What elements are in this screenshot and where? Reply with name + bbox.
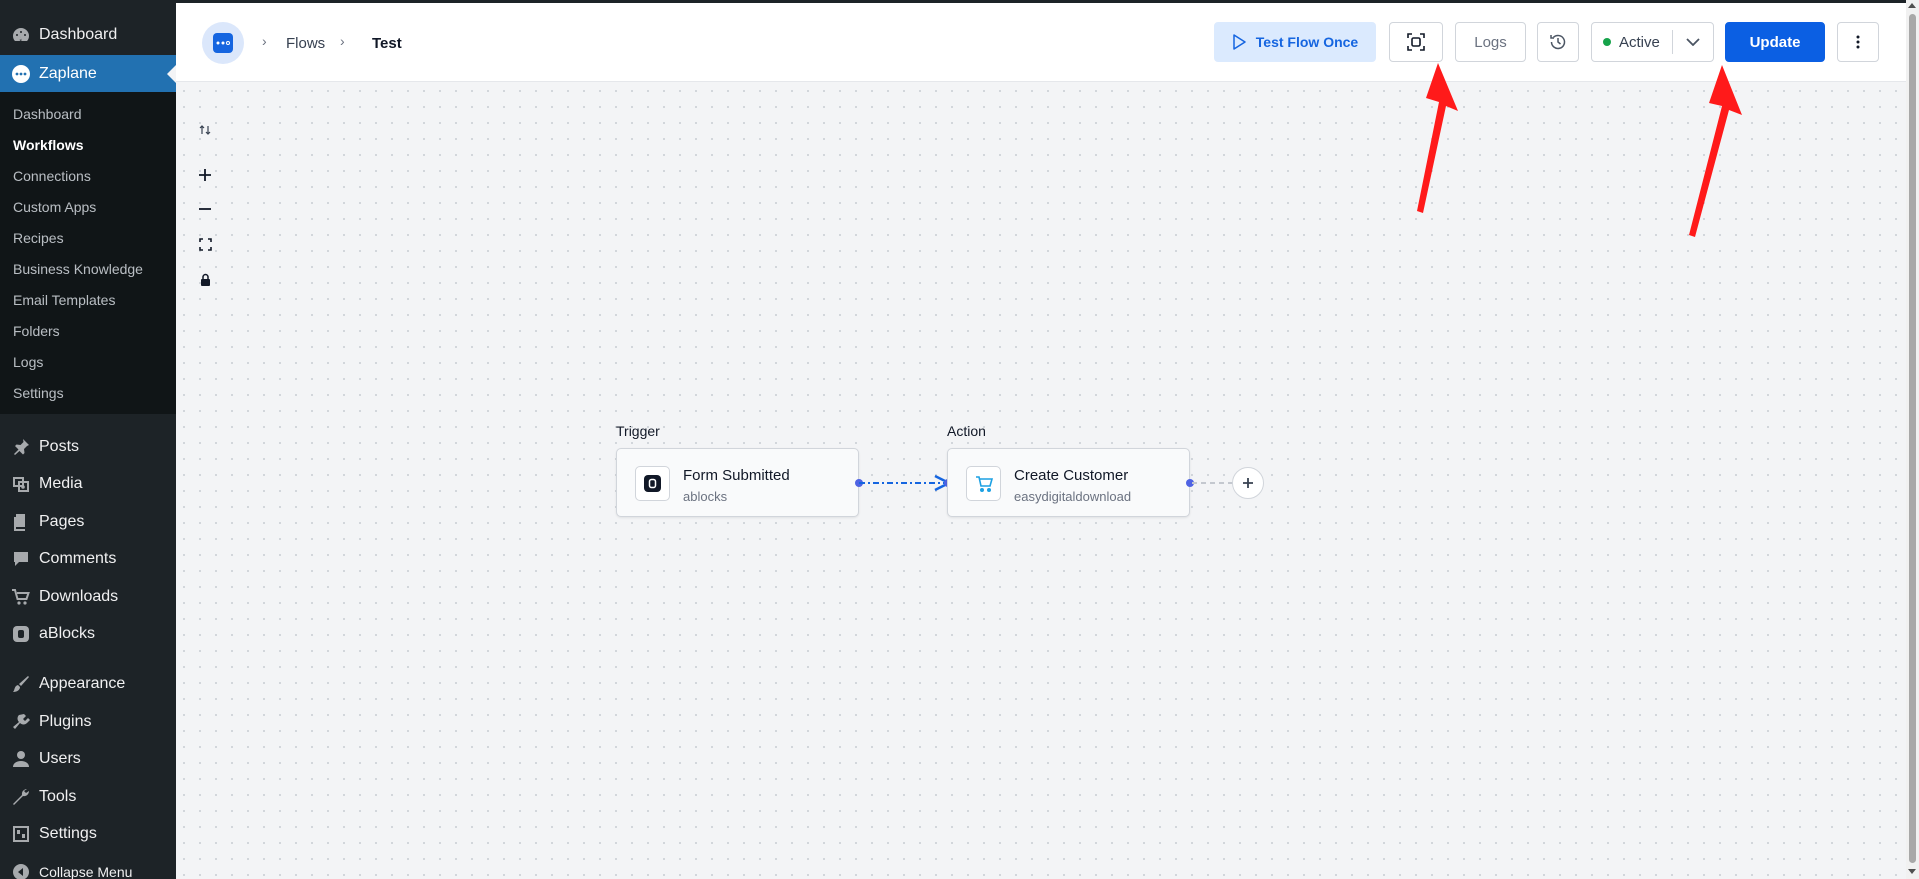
trigger-node[interactable]: Form Submitted ablocks bbox=[616, 448, 859, 517]
flow-editor: › Flows › Test Test Flow Once Logs Activ… bbox=[176, 3, 1906, 879]
sidebar-item-label: Media bbox=[39, 474, 83, 492]
submenu-item-custom-apps[interactable]: Custom Apps bbox=[13, 199, 96, 215]
ablocks-icon bbox=[11, 624, 31, 644]
sidebar-item-label: Posts bbox=[39, 437, 80, 455]
submenu-item-connections[interactable]: Connections bbox=[13, 168, 91, 184]
scroll-up-icon[interactable] bbox=[1908, 3, 1916, 8]
action-section-label: Action bbox=[947, 423, 986, 439]
collapse-menu-button[interactable]: Collapse Menu bbox=[0, 853, 176, 879]
sidebar-item-comments[interactable]: Comments bbox=[0, 540, 176, 577]
submenu-item-business-knowledge[interactable]: Business Knowledge bbox=[13, 261, 143, 277]
annotation-arrows bbox=[1417, 63, 1742, 237]
sidebar-item-users[interactable]: Users bbox=[0, 740, 176, 777]
add-step-button[interactable] bbox=[1232, 467, 1264, 499]
plugin-icon bbox=[11, 712, 31, 732]
zaplane-icon bbox=[11, 64, 31, 84]
current-menu-pointer bbox=[167, 65, 176, 83]
sidebar-item-dashboard[interactable]: Dashboard bbox=[0, 16, 176, 53]
sidebar-item-label: Settings bbox=[39, 824, 97, 842]
user-icon bbox=[11, 749, 31, 769]
sidebar-item-downloads[interactable]: Downloads bbox=[0, 578, 176, 615]
sidebar-item-label: Comments bbox=[39, 549, 117, 567]
trigger-app-name: ablocks bbox=[683, 489, 728, 504]
scroll-down-icon[interactable] bbox=[1908, 869, 1916, 874]
sidebar-item-label: Dashboard bbox=[39, 25, 118, 43]
sidebar-item-label: aBlocks bbox=[39, 624, 96, 642]
pin-icon bbox=[11, 437, 31, 457]
media-icon bbox=[11, 474, 31, 494]
submenu-item-workflows[interactable]: Workflows bbox=[13, 137, 84, 153]
action-app-name: easydigitaldownload bbox=[1014, 489, 1132, 504]
collapse-menu-label: Collapse Menu bbox=[39, 863, 133, 879]
cart-icon bbox=[11, 587, 31, 607]
sidebar-item-posts[interactable]: Posts bbox=[0, 428, 176, 465]
ablocks-app-icon bbox=[635, 466, 670, 501]
sidebar-item-label: Plugins bbox=[39, 712, 92, 730]
dashboard-icon bbox=[11, 25, 31, 45]
pages-icon bbox=[11, 512, 31, 532]
annotation-arrow-update-shape bbox=[1689, 65, 1742, 237]
sidebar-item-label: Pages bbox=[39, 512, 85, 530]
scrollbar-thumb[interactable] bbox=[1909, 14, 1916, 863]
sidebar-item-zaplane[interactable]: Zaplane bbox=[0, 55, 176, 92]
submenu-item-logs[interactable]: Logs bbox=[13, 354, 43, 370]
submenu-item-settings[interactable]: Settings bbox=[13, 385, 64, 401]
sidebar-item-label: Appearance bbox=[39, 674, 126, 692]
annotation-arrow-logs-shape bbox=[1417, 63, 1458, 213]
brush-icon bbox=[11, 674, 31, 694]
submenu-item-email-templates[interactable]: Email Templates bbox=[13, 292, 115, 308]
settings-icon bbox=[11, 824, 31, 844]
action-node[interactable]: Create Customer easydigitaldownload bbox=[947, 448, 1190, 517]
wrench-icon bbox=[11, 787, 31, 807]
trigger-section-label: Trigger bbox=[616, 423, 660, 439]
sidebar-item-settings[interactable]: Settings bbox=[0, 815, 176, 852]
submenu-item-folders[interactable]: Folders bbox=[13, 323, 60, 339]
page-scrollbar[interactable] bbox=[1906, 0, 1919, 879]
sidebar-item-pages[interactable]: Pages bbox=[0, 503, 176, 540]
sidebar-item-plugins[interactable]: Plugins bbox=[0, 703, 176, 740]
sidebar-item-label: Users bbox=[39, 749, 81, 767]
easydigitaldownload-app-icon bbox=[966, 466, 1001, 501]
sidebar-item-tools[interactable]: Tools bbox=[0, 778, 176, 815]
collapse-icon bbox=[11, 862, 31, 879]
sidebar-item-label: Tools bbox=[39, 787, 77, 805]
trigger-title: Form Submitted bbox=[683, 467, 790, 484]
sidebar-item-media[interactable]: Media bbox=[0, 465, 176, 502]
submenu-item-recipes[interactable]: Recipes bbox=[13, 230, 64, 246]
sidebar-item-ablocks[interactable]: aBlocks bbox=[0, 615, 176, 652]
admin-sidebar: Dashboard Zaplane Dashboard Workflows Co… bbox=[0, 0, 176, 879]
action-title: Create Customer bbox=[1014, 467, 1129, 484]
sidebar-item-label: Downloads bbox=[39, 587, 119, 605]
comment-icon bbox=[11, 549, 31, 569]
zaplane-submenu: Dashboard Workflows Connections Custom A… bbox=[0, 92, 176, 414]
plus-icon bbox=[1243, 478, 1253, 488]
sidebar-item-label: Zaplane bbox=[39, 64, 97, 82]
sidebar-item-appearance[interactable]: Appearance bbox=[0, 665, 176, 702]
submenu-item-dashboard[interactable]: Dashboard bbox=[13, 106, 82, 122]
